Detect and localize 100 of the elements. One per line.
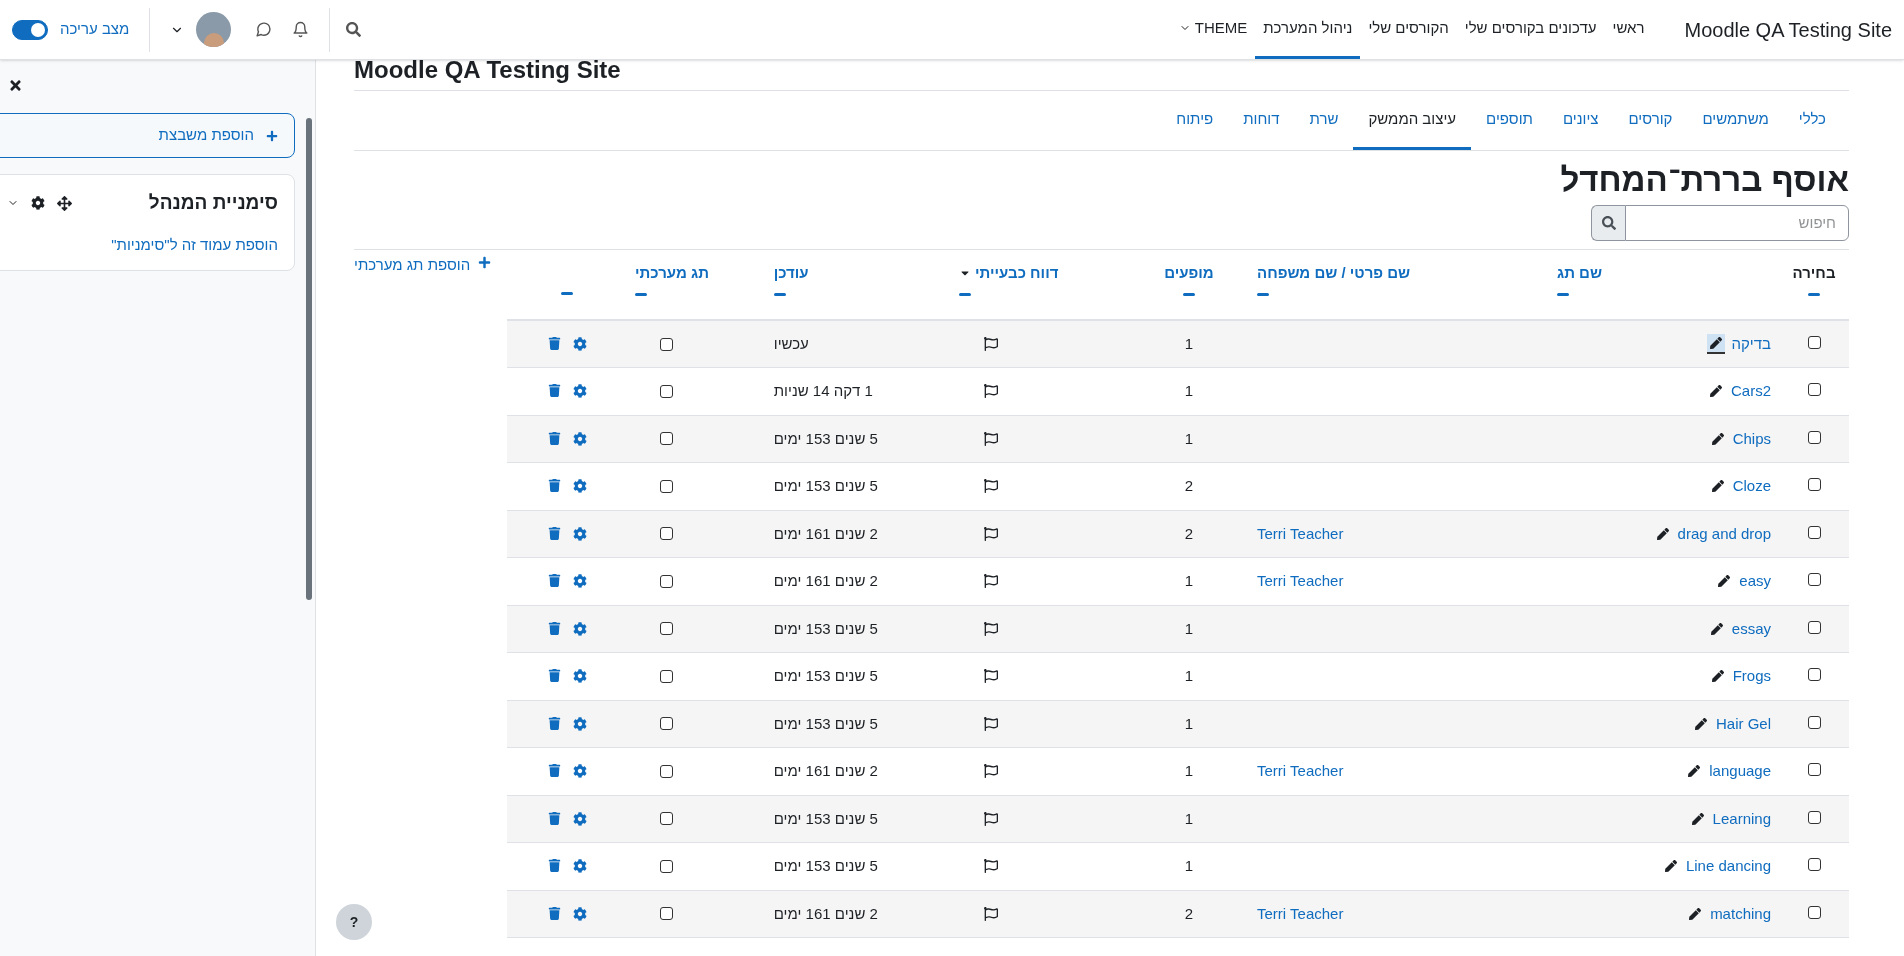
tab[interactable]: כללי xyxy=(1783,91,1841,150)
flag-icon[interactable] xyxy=(984,621,999,636)
settings-icon[interactable] xyxy=(31,196,45,211)
tag-name-link[interactable]: בדיקה xyxy=(1731,332,1771,356)
delete-icon[interactable] xyxy=(547,574,561,588)
owner-link[interactable]: Terri Teacher xyxy=(1257,572,1344,589)
tab[interactable]: פיתוח xyxy=(1161,91,1229,150)
nav-item[interactable]: THEME xyxy=(1170,0,1256,59)
tag-name-link[interactable]: easy xyxy=(1739,570,1771,593)
tab[interactable]: דוחות xyxy=(1228,91,1295,150)
flag-icon[interactable] xyxy=(984,526,999,541)
checkbox[interactable] xyxy=(660,337,673,351)
flag-icon[interactable] xyxy=(984,337,999,351)
help-button[interactable]: ? xyxy=(336,904,372,940)
tag-name-link[interactable]: Frogs xyxy=(1732,665,1771,688)
checkbox[interactable] xyxy=(660,622,673,636)
flag-icon[interactable] xyxy=(984,811,999,826)
collapse-icon[interactable] xyxy=(1257,292,1269,296)
nav-item[interactable]: עדכונים בקורסים שלי xyxy=(1456,0,1605,59)
flag-icon[interactable] xyxy=(984,574,999,589)
delete-icon[interactable] xyxy=(547,479,561,493)
flag-icon[interactable] xyxy=(984,859,999,874)
search-field[interactable]: חיפוש xyxy=(1625,205,1849,241)
site-brand[interactable]: Moodle QA Testing Site xyxy=(1684,14,1892,45)
delete-icon[interactable] xyxy=(547,716,561,730)
owner-link[interactable]: Terri Teacher xyxy=(1257,524,1344,542)
checkbox[interactable] xyxy=(660,669,673,683)
delete-icon[interactable] xyxy=(547,337,561,350)
delete-icon[interactable] xyxy=(547,431,561,445)
close-icon[interactable] xyxy=(8,78,23,93)
column-header[interactable]: דווח כבעייתי xyxy=(959,262,1059,285)
tag-name-link[interactable]: drag and drop xyxy=(1677,522,1771,545)
checkbox[interactable] xyxy=(1807,478,1821,491)
checkbox[interactable] xyxy=(1807,525,1821,539)
checkbox[interactable] xyxy=(1807,858,1821,871)
collapse-icon[interactable] xyxy=(561,292,573,295)
checkbox[interactable] xyxy=(1807,763,1821,776)
delete-icon[interactable] xyxy=(547,764,561,778)
delete-icon[interactable] xyxy=(547,906,561,920)
tab[interactable]: קורסים xyxy=(1613,91,1688,150)
edit-mode-toggle[interactable] xyxy=(12,19,48,40)
checkbox[interactable] xyxy=(660,859,673,873)
checkbox[interactable] xyxy=(1807,905,1821,919)
edit-icon[interactable] xyxy=(1707,334,1726,354)
search-icon[interactable] xyxy=(346,22,362,37)
collapse-icon[interactable] xyxy=(1557,292,1569,296)
collapse-icon[interactable] xyxy=(773,292,786,296)
checkbox[interactable] xyxy=(1807,430,1821,444)
tag-name-link[interactable]: essay xyxy=(1731,617,1771,640)
checkbox[interactable] xyxy=(1807,668,1821,681)
delete-icon[interactable] xyxy=(547,384,561,398)
checkbox[interactable] xyxy=(660,717,673,731)
delete-icon[interactable] xyxy=(547,526,561,540)
checkbox[interactable] xyxy=(1807,335,1821,349)
tab[interactable]: ציונים xyxy=(1547,91,1614,150)
flag-icon[interactable] xyxy=(984,479,999,494)
checkbox[interactable] xyxy=(660,574,673,588)
flag-icon[interactable] xyxy=(984,384,999,399)
bell-icon[interactable] xyxy=(292,21,310,38)
delete-icon[interactable] xyxy=(547,811,561,825)
checkbox[interactable] xyxy=(1807,715,1821,729)
checkbox[interactable] xyxy=(1807,383,1821,396)
flag-icon[interactable] xyxy=(984,669,999,684)
tab[interactable]: שרת xyxy=(1294,91,1354,150)
tag-name-link[interactable]: matching xyxy=(1710,902,1771,925)
checkbox[interactable] xyxy=(660,432,673,446)
tag-name-link[interactable]: language xyxy=(1709,760,1771,783)
nav-item[interactable]: הקורסים שלי xyxy=(1360,0,1457,59)
search-button[interactable] xyxy=(1591,205,1625,241)
checkbox[interactable] xyxy=(1807,620,1821,634)
checkbox[interactable] xyxy=(1807,573,1821,586)
chat-icon[interactable] xyxy=(255,21,273,38)
flag-icon[interactable] xyxy=(984,431,999,446)
flag-icon[interactable] xyxy=(984,764,999,779)
tag-name-link[interactable]: Chips xyxy=(1732,427,1771,450)
tag-name-link[interactable]: Cloze xyxy=(1732,475,1771,498)
avatar[interactable] xyxy=(196,12,232,47)
tab[interactable]: משתמשים xyxy=(1687,91,1784,150)
column-header[interactable]: תג מערכתי xyxy=(635,262,709,285)
delete-icon[interactable] xyxy=(547,859,561,873)
tag-name-link[interactable]: Cars2 xyxy=(1731,380,1771,403)
collapse-icon[interactable] xyxy=(959,292,972,296)
checkbox[interactable] xyxy=(660,812,673,826)
add-system-tag-link[interactable]: הוספת תג מערכתי xyxy=(354,254,492,277)
checkbox[interactable] xyxy=(660,527,673,541)
tab[interactable]: עיצוב הממשק xyxy=(1353,91,1472,150)
nav-item[interactable]: ניהול המערכת xyxy=(1255,0,1361,59)
flag-icon[interactable] xyxy=(984,716,999,731)
owner-link[interactable]: Terri Teacher xyxy=(1257,904,1344,922)
tag-name-link[interactable]: Line dancing xyxy=(1685,855,1771,878)
nav-item[interactable]: ראשי xyxy=(1604,0,1653,59)
checkbox[interactable] xyxy=(660,479,673,493)
delete-icon[interactable] xyxy=(547,669,561,683)
checkbox[interactable] xyxy=(660,384,673,398)
column-header[interactable]: עודכן xyxy=(773,262,809,285)
column-header[interactable]: שם תג xyxy=(1557,262,1602,285)
tag-name-link[interactable]: Hair Gel xyxy=(1716,712,1771,735)
add-block-button[interactable]: הוספת משבצת xyxy=(0,113,295,158)
checkbox[interactable] xyxy=(660,907,673,921)
tab[interactable]: תוספים xyxy=(1471,91,1548,150)
